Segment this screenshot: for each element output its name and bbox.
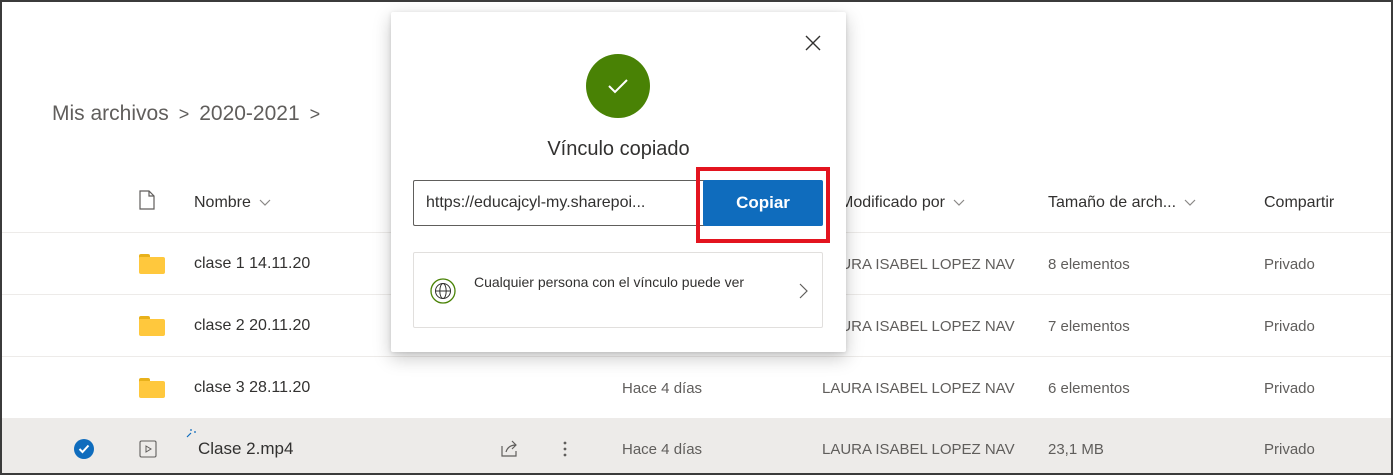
sharing-status: Privado xyxy=(1264,379,1315,397)
close-icon xyxy=(805,35,821,56)
globe-icon xyxy=(430,278,456,304)
column-header-modified-by[interactable]: Modificado por xyxy=(840,173,965,232)
breadcrumb-separator: > xyxy=(178,103,190,124)
chevron-down-icon xyxy=(953,196,965,210)
folder-icon xyxy=(139,234,165,294)
file-name[interactable]: clase 2 20.11.20 xyxy=(194,296,310,356)
breadcrumb-root[interactable]: Mis archivos xyxy=(52,102,169,126)
sharing-status: Privado xyxy=(1264,440,1315,458)
breadcrumb-current[interactable]: 2020-2021 xyxy=(199,102,299,126)
file-name[interactable]: clase 3 28.11.20 xyxy=(194,358,310,418)
file-size: 6 elementos xyxy=(1048,379,1130,397)
table-row[interactable]: clase 3 28.11.20 Hace 4 días LAURA ISABE… xyxy=(2,358,1391,419)
chevron-down-icon xyxy=(1184,196,1196,210)
chevron-down-icon xyxy=(259,196,271,210)
more-icon[interactable] xyxy=(562,419,568,473)
file-size: 23,1 MB xyxy=(1048,440,1104,458)
modified-by: LAURA ISABEL LOPEZ NAV xyxy=(822,440,1015,458)
modified-date: Hace 4 días xyxy=(622,379,703,397)
file-size: 7 elementos xyxy=(1048,317,1130,335)
link-permission-settings[interactable]: Cualquier persona con el vínculo puede v… xyxy=(413,252,823,328)
onedrive-window: Mis archivos > 2020-2021 > Nombre Modifi… xyxy=(0,0,1393,475)
folder-icon xyxy=(139,358,165,418)
table-row-selected[interactable]: Clase 2.mp4 Hace 4 días LAURA ISABEL LOP… xyxy=(2,419,1391,473)
new-file-icon xyxy=(185,403,197,463)
column-header-file-size-label: Tamaño de arch... xyxy=(1048,193,1177,211)
breadcrumb: Mis archivos > 2020-2021 > xyxy=(52,97,320,131)
share-icon[interactable] xyxy=(500,419,520,473)
file-type-header[interactable] xyxy=(139,173,155,232)
row-select-checkbox[interactable] xyxy=(74,419,94,473)
file-size: 8 elementos xyxy=(1048,255,1130,273)
column-header-sharing-label: Compartir xyxy=(1264,193,1335,211)
column-header-modified-by-label: Modificado por xyxy=(840,193,945,211)
success-check-icon xyxy=(586,54,650,118)
video-file-icon xyxy=(139,419,157,473)
link-field[interactable]: https://educajcyl-my.sharepoi... xyxy=(413,180,713,226)
modified-by: LAURA ISABEL LOPEZ NAV xyxy=(822,255,1015,273)
sharing-status: Privado xyxy=(1264,255,1315,273)
check-icon xyxy=(74,439,94,459)
chevron-right-icon xyxy=(799,283,808,304)
file-name[interactable]: Clase 2.mp4 xyxy=(198,419,293,473)
link-copied-dialog: Vínculo copiado https://educajcyl-my.sha… xyxy=(391,12,846,352)
modified-by: LAURA ISABEL LOPEZ NAV xyxy=(822,317,1015,335)
copy-button-highlight xyxy=(696,167,830,243)
dialog-title: Vínculo copiado xyxy=(547,138,690,160)
column-header-name[interactable]: Nombre xyxy=(194,173,271,232)
modified-date: Hace 4 días xyxy=(622,440,703,458)
column-header-sharing[interactable]: Compartir xyxy=(1264,173,1334,232)
modified-by: LAURA ISABEL LOPEZ NAV xyxy=(822,379,1015,397)
permission-text: Cualquier persona con el vínculo puede v… xyxy=(474,274,745,290)
file-icon xyxy=(139,190,155,215)
file-name[interactable]: clase 1 14.11.20 xyxy=(194,234,310,294)
breadcrumb-separator: > xyxy=(309,103,321,124)
folder-icon xyxy=(139,296,165,356)
column-header-file-size[interactable]: Tamaño de arch... xyxy=(1048,173,1196,232)
close-button[interactable] xyxy=(802,34,824,56)
column-header-name-label: Nombre xyxy=(194,193,251,211)
sharing-status: Privado xyxy=(1264,317,1315,335)
